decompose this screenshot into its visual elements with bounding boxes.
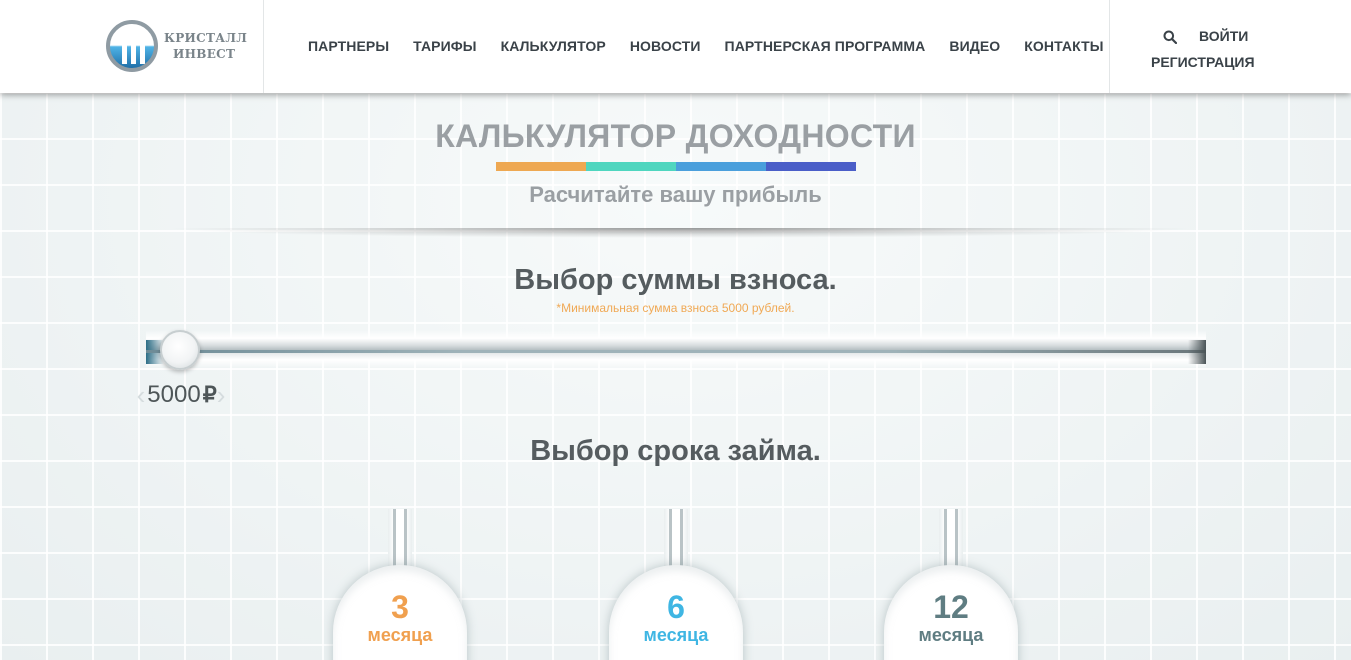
main-nav: ПАРТНЕРЫ ТАРИФЫ КАЛЬКУЛЯТОР НОВОСТИ ПАРТ… (296, 38, 1128, 56)
logo-line-1: КРИСТАЛЛ (164, 31, 248, 45)
term-number: 12 (933, 589, 969, 625)
nav-item-partner-program[interactable]: ПАРТНЕРСКАЯ ПРОГРАММА (725, 38, 926, 56)
amount-value: 5000 (147, 381, 201, 408)
title-color-bar (496, 162, 856, 171)
nav-item-contacts[interactable]: КОНТАКТЫ (1024, 38, 1103, 56)
nav-item-tariffs[interactable]: ТАРИФЫ (413, 38, 476, 56)
logo-line-2: ИНВЕСТ (173, 47, 236, 61)
color-bar-segment (586, 162, 676, 171)
register-link[interactable]: РЕГИСТРАЦИЯ (1151, 54, 1255, 70)
page-subtitle: Расчитайте вашу прибыль (529, 182, 822, 207)
login-link[interactable]: ВОЙТИ (1199, 28, 1248, 44)
site-header: КРИСТАЛЛ ИНВЕСТ ПАРТНЕРЫ ТАРИФЫ КАЛЬКУЛЯ… (0, 0, 1351, 93)
nav-item-news[interactable]: НОВОСТИ (630, 38, 701, 56)
nav-item-partners[interactable]: ПАРТНЕРЫ (308, 38, 389, 56)
search-icon[interactable] (1163, 30, 1177, 44)
term-option-12[interactable]: 12 месяца (884, 509, 1018, 660)
nav-item-calculator[interactable]: КАЛЬКУЛЯТОР (501, 38, 606, 56)
auth-panel: ВОЙТИ РЕГИСТРАЦИЯ (1109, 0, 1289, 93)
crystal-logo-icon (106, 20, 158, 72)
chevron-right-icon[interactable]: › (217, 382, 226, 408)
color-bar-segment (496, 162, 586, 171)
color-bar-segment (676, 162, 766, 171)
term-label: месяца (918, 625, 984, 645)
color-bar-segment (766, 162, 856, 171)
amount-min-note: *Минимальная сумма взноса 5000 рублей. (556, 301, 795, 315)
amount-section-title: Выбор суммы взноса. (514, 264, 837, 296)
section-divider (165, 228, 1195, 238)
term-option-3[interactable]: 3 месяца (333, 509, 467, 660)
amount-slider-handle[interactable] (160, 330, 200, 370)
term-label: месяца (367, 625, 433, 645)
page-title: КАЛЬКУЛЯТОР ДОХОДНОСТИ (435, 118, 916, 154)
chevron-left-icon[interactable]: ‹ (137, 382, 146, 408)
term-option-6[interactable]: 6 месяца (609, 509, 743, 660)
term-number: 3 (391, 589, 409, 625)
term-section-title: Выбор срока займа. (530, 435, 821, 467)
logo[interactable]: КРИСТАЛЛ ИНВЕСТ (96, 0, 264, 93)
amount-value-display: ‹ 5000 ₽ › (122, 380, 240, 410)
term-number: 6 (667, 589, 685, 625)
nav-item-video[interactable]: ВИДЕО (949, 38, 1000, 56)
slider-line (146, 350, 1206, 353)
term-label: месяца (643, 625, 709, 645)
amount-slider-track[interactable] (146, 330, 1206, 368)
logo-text: КРИСТАЛЛ ИНВЕСТ (164, 30, 247, 62)
ruble-sign: ₽ (202, 382, 217, 407)
